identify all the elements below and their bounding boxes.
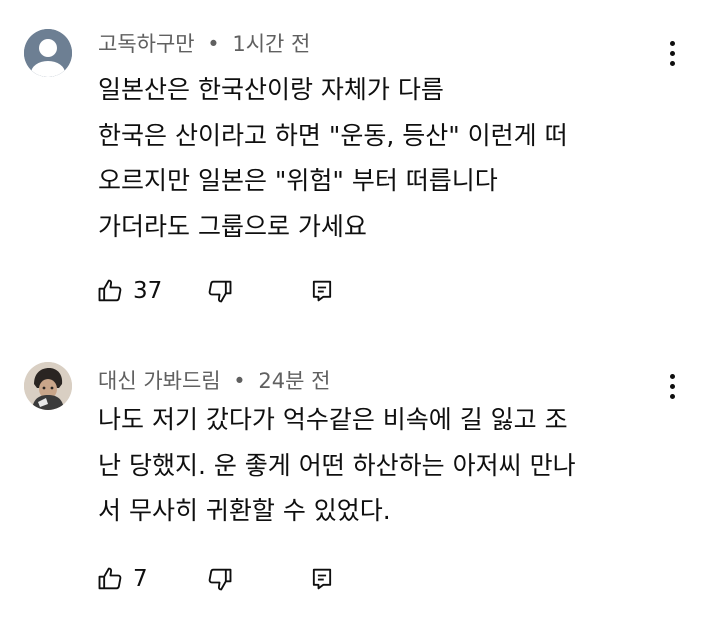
comment-text: 나도 저기 갔다가 억수같은 비속에 길 잃고 조 난 당했지. 운 좋게 어떤… — [98, 397, 670, 534]
author-name[interactable]: 대신 가봐드림 — [98, 369, 221, 393]
comment-line: 서 무사히 귀환할 수 있었다. — [98, 496, 391, 525]
photo-avatar-icon — [24, 362, 72, 410]
thumbs-down-icon — [208, 568, 232, 591]
author-name[interactable]: 고독하구만 — [98, 32, 195, 56]
comment-line: 오르지만 일본은 "위험" 부터 떠릅니다 — [98, 166, 498, 195]
thumbs-up-icon — [98, 279, 122, 302]
more-vert-icon[interactable] — [660, 35, 684, 71]
meta-separator: • — [233, 369, 246, 393]
reply-button[interactable] — [308, 273, 336, 309]
comment-thread-item: 고독하구만 • 1시간 전 일본산은 한국산이랑 자체가 다름 한국은 산이라고… — [0, 0, 720, 320]
like-button[interactable]: 37 — [96, 273, 162, 309]
comment-action-bar: 7 — [96, 561, 356, 597]
reply-button[interactable] — [308, 561, 336, 597]
comment-thread-item: 대신 가봐드림 • 24분 전 나도 저기 갔다가 억수같은 비속에 길 잃고 … — [0, 320, 720, 627]
meta-separator: • — [207, 32, 220, 56]
thumbs-up-icon — [98, 567, 122, 590]
reply-icon — [312, 568, 332, 590]
like-count: 7 — [133, 566, 148, 592]
comment-line: 가더라도 그룹으로 가세요 — [98, 211, 367, 241]
comment-line: 난 당했지. 운 좋게 어떤 하산하는 아저씨 만나 — [98, 450, 576, 480]
default-person-avatar-icon — [24, 29, 72, 77]
like-count: 37 — [133, 278, 163, 304]
like-button[interactable]: 7 — [96, 561, 148, 597]
comment-time[interactable]: 24분 전 — [258, 369, 330, 393]
thumbs-down-icon — [208, 280, 232, 303]
author-avatar[interactable] — [24, 362, 72, 410]
comment-line: 나도 저기 갔다가 억수같은 비속에 길 잃고 조 — [98, 405, 568, 434]
author-avatar[interactable] — [24, 29, 72, 77]
comment-time[interactable]: 1시간 전 — [232, 32, 310, 56]
comment-header: 고독하구만 • 1시간 전 — [98, 28, 310, 58]
dislike-button[interactable] — [206, 273, 234, 309]
comment-text: 일본산은 한국산이랑 자체가 다름 한국은 산이라고 하면 "운동, 등산" 이… — [98, 67, 670, 249]
comment-line: 일본산은 한국산이랑 자체가 다름 — [98, 75, 444, 104]
comment-action-bar: 37 — [96, 273, 356, 309]
comment-header: 대신 가봐드림 • 24분 전 — [98, 365, 330, 395]
reply-icon — [312, 280, 332, 302]
comment-line: 한국은 산이라고 하면 "운동, 등산" 이런게 떠 — [98, 120, 568, 150]
dislike-button[interactable] — [206, 561, 234, 597]
